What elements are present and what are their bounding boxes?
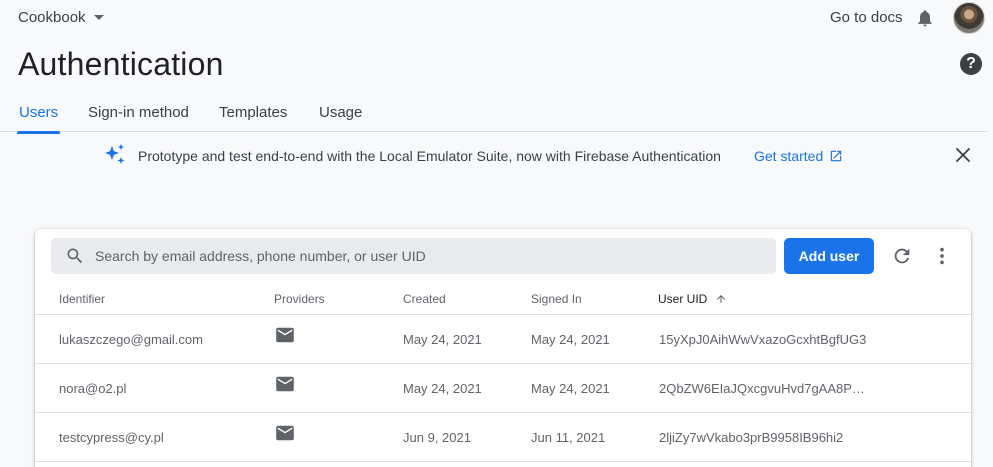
cell-user-uid: 2ljiZy7wVkabo3prB9958IB96hi2 — [659, 430, 844, 445]
tab-bar: Users Sign-in method Templates Usage — [0, 96, 987, 134]
tab-templates[interactable]: Templates — [219, 104, 287, 131]
column-created[interactable]: Created — [403, 292, 446, 306]
caret-down-icon — [93, 15, 104, 20]
sort-arrow-up-icon — [717, 295, 726, 303]
column-providers[interactable]: Providers — [274, 292, 325, 306]
cell-signed-in: May 24, 2021 — [531, 381, 610, 396]
refresh-icon[interactable] — [891, 245, 913, 267]
add-user-button[interactable]: Add user — [784, 238, 874, 274]
email-provider-icon — [276, 376, 294, 392]
table-header: Identifier Providers Created Signed In U… — [35, 283, 971, 315]
cell-user-uid: 15yXpJ0AihWwVxazoGcxhtBgfUG3 — [659, 332, 867, 347]
cell-identifier: testcypress@cy.pl — [59, 430, 164, 445]
search-box[interactable] — [51, 238, 776, 274]
search-icon — [67, 248, 83, 264]
cell-user-uid: 2QbZW6EIaJQxcgvuHvd7gAA8PO... — [659, 381, 869, 396]
project-name: Cookbook — [18, 9, 86, 26]
open-in-new-icon — [831, 150, 842, 162]
column-user-uid-label: User UID — [658, 292, 708, 306]
email-provider-icon — [276, 327, 294, 343]
table-row[interactable]: lukaszczego@gmail.com May 24, 2021 May 2… — [35, 315, 971, 364]
table-row[interactable]: testcypress@cy.pl Jun 9, 2021 Jun 11, 20… — [35, 413, 971, 462]
table-row[interactable]: nora@o2.pl May 24, 2021 May 24, 2021 2Qb… — [35, 364, 971, 413]
cell-signed-in: Jun 11, 2021 — [531, 430, 606, 445]
help-icon[interactable]: ? — [960, 53, 982, 75]
cell-signed-in: May 24, 2021 — [531, 332, 610, 347]
cell-created: Jun 9, 2021 — [403, 430, 471, 445]
tab-users[interactable]: Users — [16, 104, 61, 134]
more-vert-icon[interactable] — [933, 245, 951, 267]
tab-sign-in-method[interactable]: Sign-in method — [88, 104, 189, 131]
column-identifier[interactable]: Identifier — [59, 292, 105, 306]
notifications-bell-icon[interactable] — [915, 7, 935, 29]
get-started-label: Get started — [754, 148, 824, 164]
column-signed-in[interactable]: Signed In — [531, 292, 582, 306]
cell-identifier: lukaszczego@gmail.com — [59, 332, 203, 347]
search-input[interactable] — [95, 248, 735, 264]
project-selector[interactable]: Cookbook — [18, 9, 104, 26]
get-started-link[interactable]: Get started — [754, 148, 843, 164]
cell-created: May 24, 2021 — [403, 381, 482, 396]
sparkle-icon — [105, 144, 125, 164]
close-banner-icon[interactable] — [954, 146, 972, 164]
tab-usage[interactable]: Usage — [319, 104, 362, 131]
email-provider-icon — [276, 425, 294, 441]
column-user-uid[interactable]: User UID — [658, 292, 727, 306]
go-to-docs-link[interactable]: Go to docs — [830, 9, 903, 26]
emulator-banner-text: Prototype and test end-to-end with the L… — [138, 148, 721, 164]
users-table-card: Add user Identifier Providers Created Si… — [35, 229, 971, 467]
cell-created: May 24, 2021 — [403, 332, 482, 347]
cell-identifier: nora@o2.pl — [59, 381, 127, 396]
user-avatar[interactable] — [953, 2, 985, 34]
page-title: Authentication — [18, 46, 224, 82]
